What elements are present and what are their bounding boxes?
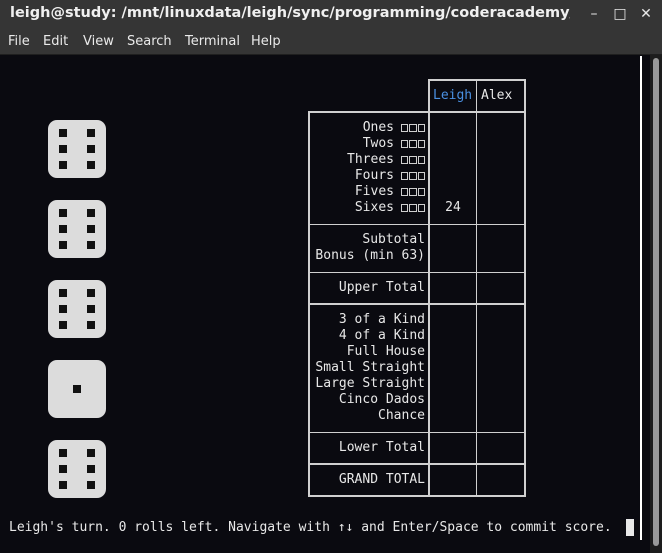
table-border [308,463,526,465]
row-label-chance[interactable]: Chance [312,408,425,424]
row-label-twos[interactable]: Twos [300,136,394,152]
die-pip [59,208,68,217]
table-border [428,79,430,497]
die-2[interactable] [48,200,106,258]
die-pip [86,128,95,137]
row-label-4-of-a-kind[interactable]: 4 of a Kind [312,328,425,344]
player-leigh: Leigh [433,88,473,103]
status-line: Leigh's turn. 0 rolls left. Navigate wit… [9,520,612,535]
table-border [476,79,477,497]
die-pip [59,241,68,250]
table-border [308,495,526,497]
lower-total-label: Lower Total [338,440,425,455]
title-bar: leigh@study: /mnt/linuxdata/leigh/sync/p… [0,0,662,28]
die-pip [59,145,68,153]
die-pip [86,145,95,153]
upper-total-label: Upper Total [338,280,425,295]
row-label-full-house[interactable]: Full House [312,344,425,360]
row-label-small-straight[interactable]: Small Straight [312,360,425,376]
die-pip [59,161,68,170]
row-label-ones[interactable]: Ones [300,120,394,136]
menu-bar: File Edit View Search Terminal Help [0,28,662,55]
menu-terminal[interactable]: Terminal [185,34,240,49]
menu-search[interactable]: Search [127,34,172,49]
die-pip [86,241,95,250]
row-label-threes[interactable]: Threes [300,152,394,168]
maximize-button[interactable]: □ [610,4,630,24]
die-pip [59,321,68,330]
die-pip [59,465,68,473]
dice-glyph-icon [401,124,425,132]
die-pip [86,465,95,473]
window-title: leigh@study: /mnt/linuxdata/leigh/sync/p… [10,5,570,21]
row-label-cinco-dados[interactable]: Cinco Dados [312,392,425,408]
die-pip [59,305,68,313]
die-5[interactable] [48,440,106,498]
bonus-label: Bonus (min 63) [315,248,425,263]
dice-glyph-icon [401,204,425,212]
table-border [428,79,526,81]
die-pip [59,481,68,490]
table-border [524,79,526,497]
table-border [308,303,526,305]
menu-help[interactable]: Help [251,34,281,49]
text-cursor [626,519,634,536]
die-pip [86,161,95,170]
die-pip [86,305,95,313]
die-pip [73,385,81,393]
die-pip [59,128,68,137]
table-border [308,272,526,273]
row-label-large-straight[interactable]: Large Straight [312,376,425,392]
die-pip [86,225,95,233]
table-border [308,224,526,225]
player-alex: Alex [481,88,513,103]
dice-glyph-icon [401,140,425,148]
row-label-sixes[interactable]: Sixes [300,200,394,216]
die-pip [86,481,95,490]
dice-glyph-icon [401,172,425,180]
menu-file[interactable]: File [8,34,30,49]
die-pip [59,225,68,233]
subtotal-label: Subtotal [362,232,425,247]
die-3[interactable] [48,280,106,338]
die-pip [59,288,68,297]
grand-total-label: GRAND TOTAL [338,472,425,487]
die-pip [86,208,95,217]
die-4[interactable] [48,360,106,418]
menu-edit[interactable]: Edit [43,34,68,49]
scrollbar-thumb[interactable] [653,58,659,546]
die-pip [86,288,95,297]
die-1[interactable] [48,120,106,178]
die-pip [59,448,68,457]
table-border [308,432,526,433]
row-label-fours[interactable]: Fours [300,168,394,184]
close-button[interactable]: ✕ [636,4,656,24]
dice-glyph-icon [401,156,425,164]
row-label-3-of-a-kind[interactable]: 3 of a Kind [312,312,425,328]
die-pip [86,448,95,457]
minimize-button[interactable]: – [584,4,604,24]
menu-view[interactable]: View [83,34,114,49]
dice-glyph-icon [401,188,425,196]
score-leigh-sixes[interactable]: 24 [433,200,473,216]
die-pip [86,321,95,330]
terminal-edge [640,56,642,540]
row-label-fives[interactable]: Fives [300,184,394,200]
table-border [308,111,526,113]
